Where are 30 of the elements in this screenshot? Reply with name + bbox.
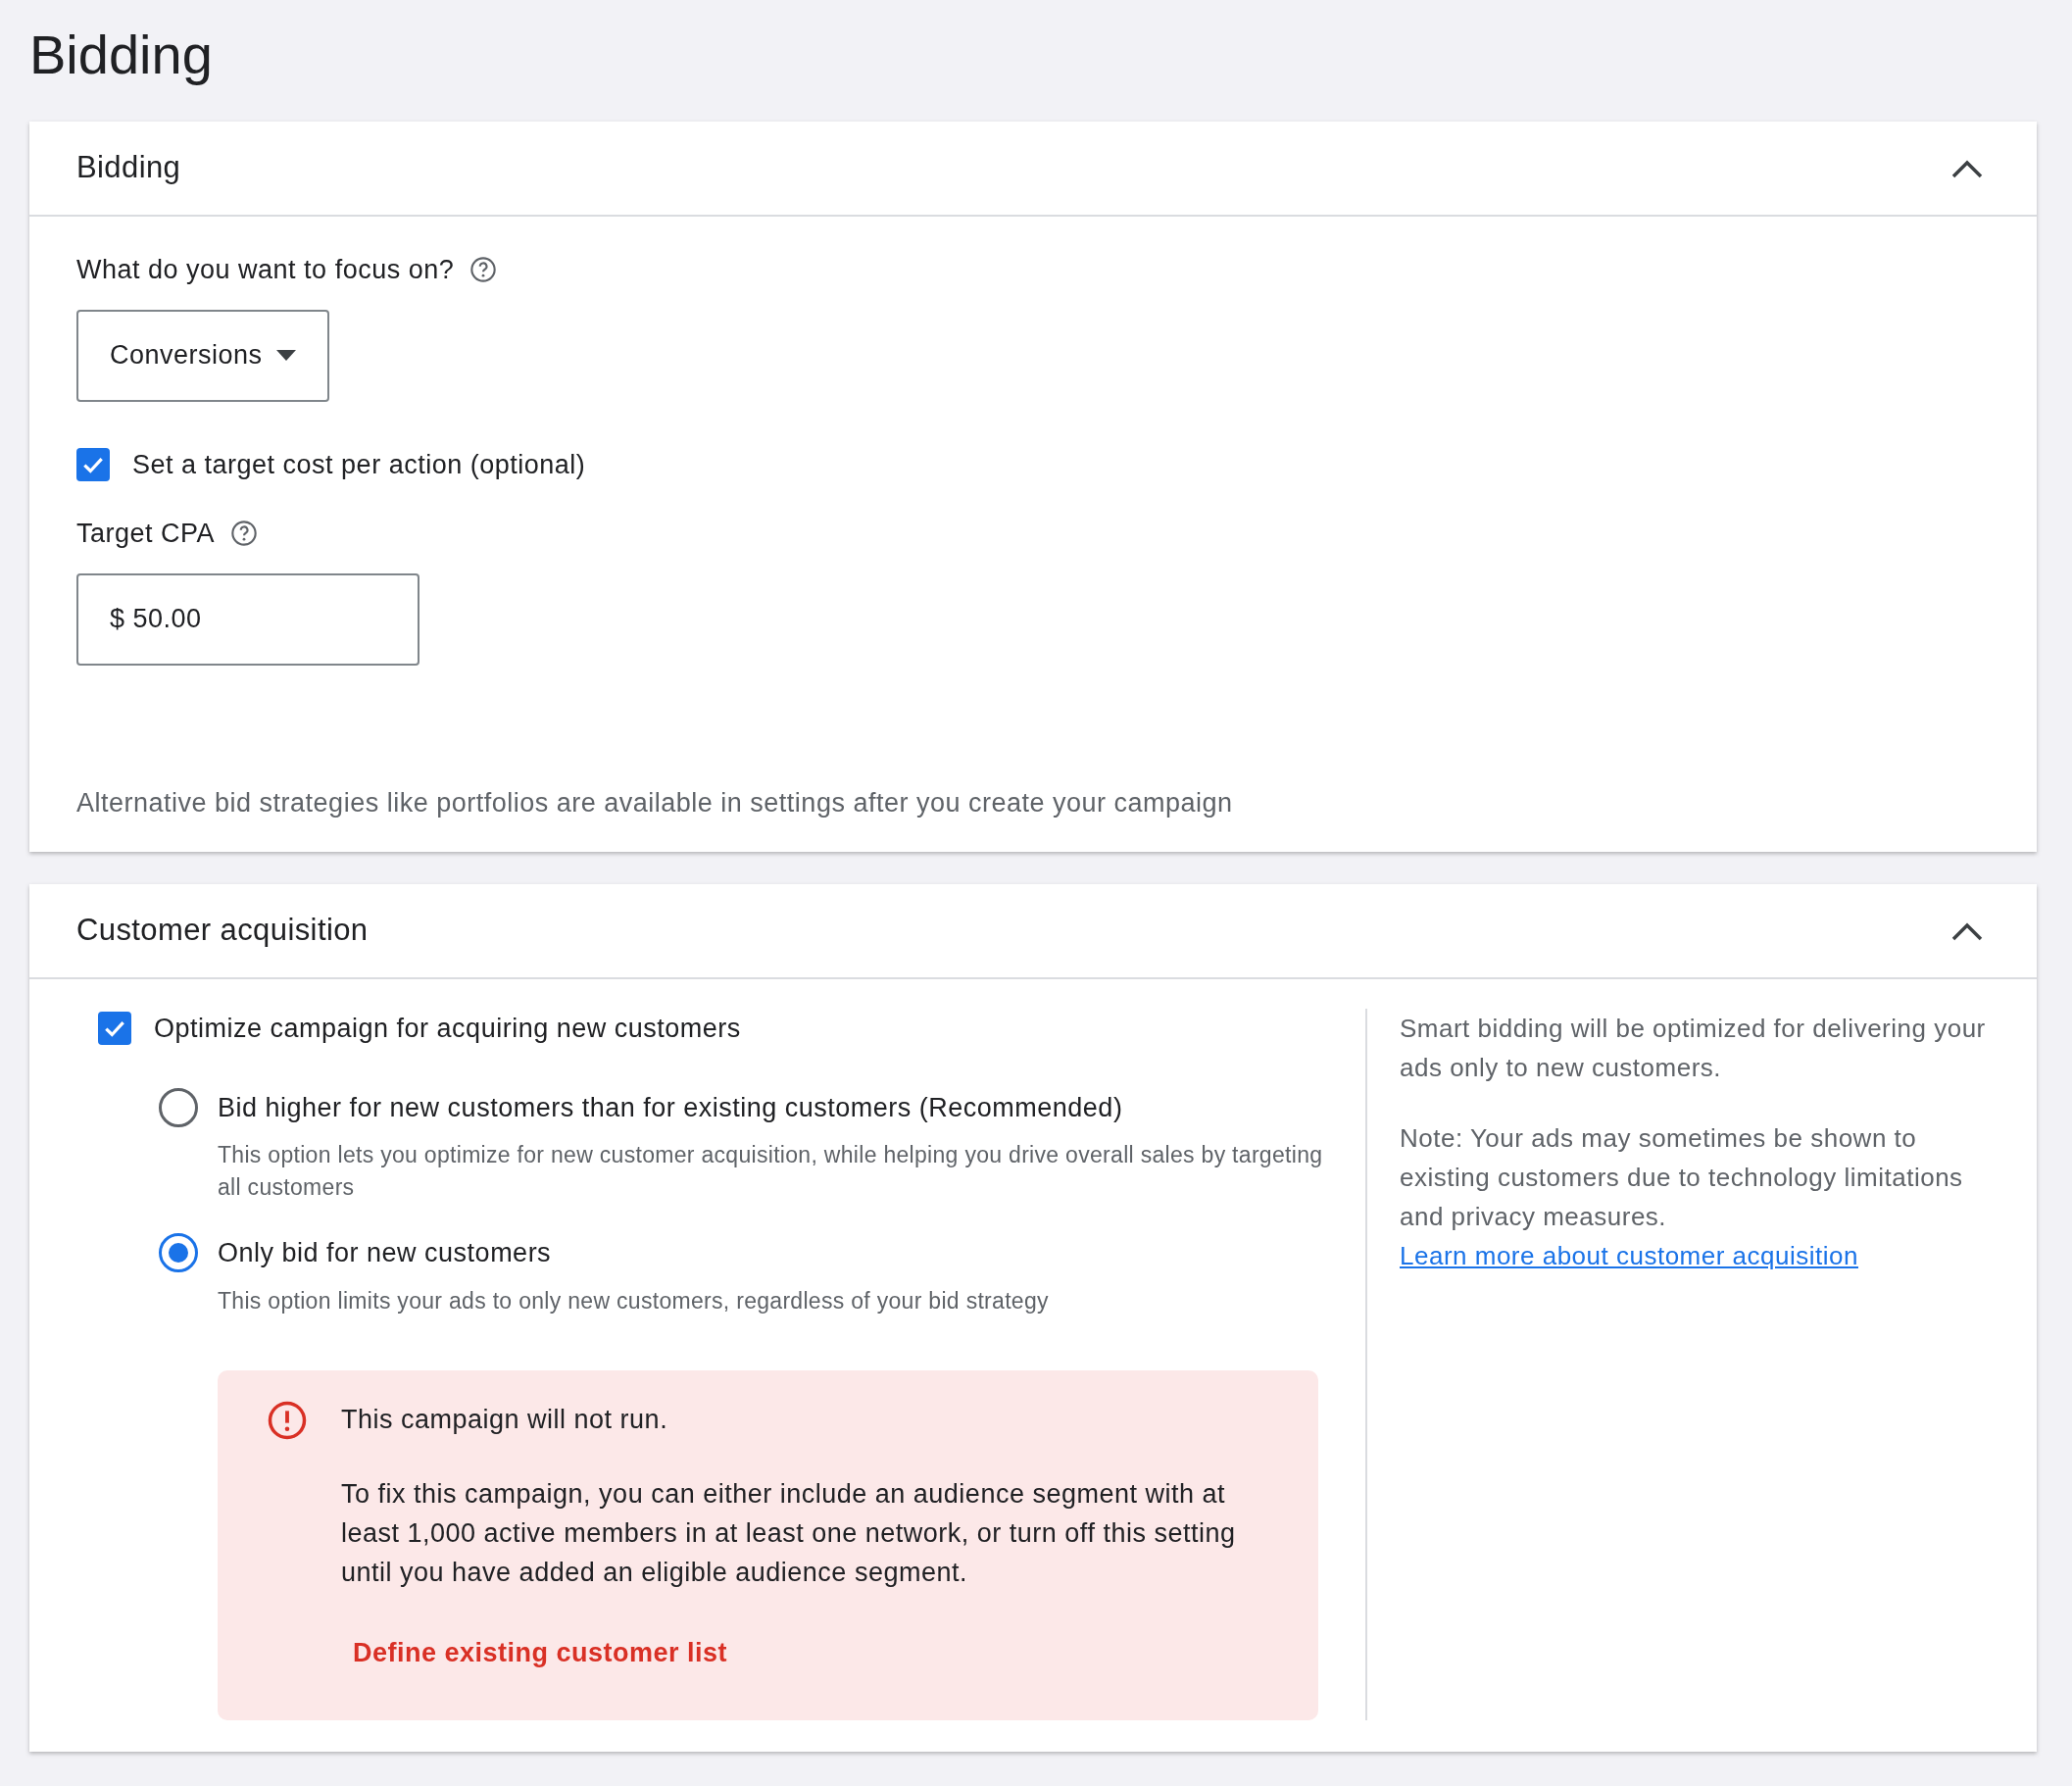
- page-title: Bidding: [29, 23, 214, 87]
- error-icon: [267, 1399, 308, 1441]
- checkbox[interactable]: [76, 447, 110, 481]
- option-label: Bid higher for new customers than for existing customers (Recommended): [218, 1091, 1123, 1124]
- define-list-button[interactable]: Define existing customer list: [339, 1625, 742, 1681]
- target-cpa-field[interactable]: $ 50.00: [76, 572, 419, 666]
- caret-icon: [276, 350, 296, 361]
- info-text: Smart bidding will be optimized for delivering your ads only to new customers.: [1400, 1013, 1987, 1084]
- radio-button[interactable]: [159, 1087, 198, 1127]
- card-header[interactable]: Customer acquisition: [29, 884, 2037, 979]
- option-label: Only bid for new customers: [218, 1237, 552, 1269]
- checkbox[interactable]: [98, 1012, 131, 1046]
- focus-dropdown[interactable]: Conversions: [76, 309, 329, 402]
- checkbox-label: Optimize campaign for acquiring new customers: [154, 1013, 741, 1045]
- option-description: This option limits your ads to only new customers, regardless of your bid strategy: [218, 1286, 1050, 1315]
- card-header[interactable]: Bidding: [29, 122, 2037, 217]
- learn-more-link[interactable]: Learn more about customer acquisition: [1400, 1241, 1858, 1270]
- error-title: This campaign will not run.: [341, 1403, 669, 1436]
- card-title: Customer acquisition: [76, 912, 369, 950]
- help-icon[interactable]: [230, 520, 259, 548]
- strategy-note: Alternative bid strategies like portfolios are available in settings after you create your campaign: [76, 786, 1234, 819]
- radio-button[interactable]: [159, 1233, 198, 1273]
- help-icon[interactable]: [469, 256, 498, 284]
- error-message: To fix this campaign, you can either include an audience segment with at least 1,000 active members in at least one network, or turn off this setting until you have added an eligible audience segment.: [341, 1478, 1237, 1589]
- card-title: Bidding: [76, 149, 181, 187]
- question-label: What do you want to focus on?: [76, 254, 455, 286]
- info-note: Note: Your ads may sometimes be shown to existing customers due to technology limitations and privacy measures. Learn more about customer acquisition: [1400, 1122, 1964, 1272]
- target-cpa-label: Target CPA: [76, 518, 216, 550]
- option-description: This option lets you optimize for new customer acquisition, while helping you drive overall sales by targeting all customers: [218, 1141, 1324, 1202]
- checkbox-label: Set a target cost per action (optional): [132, 448, 586, 481]
